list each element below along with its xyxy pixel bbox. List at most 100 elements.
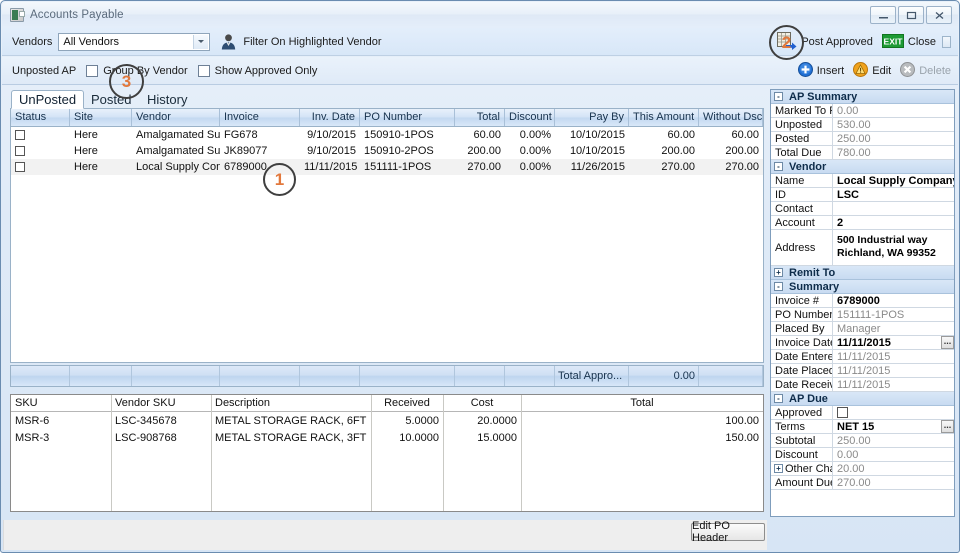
cell-status[interactable] [11,159,70,175]
panel-row[interactable]: Posted 250.00 [771,132,954,146]
panel-row-value[interactable]: Local Supply Company [833,174,954,187]
insert-button[interactable]: Insert [797,62,844,80]
unposted-ap-grid[interactable]: Status Site Vendor Invoice Inv. Date PO Numbe… [10,108,764,363]
collapse-icon[interactable]: - [774,282,783,291]
panel-row-value[interactable]: 250.00 [833,132,954,145]
panel-row[interactable]: Terms NET 15... [771,420,954,434]
show-approved-only-checkbox[interactable] [197,64,210,77]
panel-row[interactable]: +Other Charges20.00 [771,462,954,476]
panel-row-value[interactable]: 151111-1POS [833,308,954,321]
table-row[interactable]: Here Amalgamated Sup... FG678 9/10/2015 1509… [11,127,763,143]
vendor-select[interactable]: All Vendors [58,32,211,51]
panel-row[interactable]: Date Received11/11/2015 [771,378,954,392]
po-line-items-grid[interactable]: SKU Vendor SKU Description Received Cost Tota… [10,394,764,512]
close-button[interactable]: EXIT Close [881,33,936,51]
panel-row-value[interactable]: 11/11/2015 [833,350,954,363]
detail-column-header-vendor_sku[interactable]: Vendor SKU [111,395,211,411]
panel-row[interactable]: Marked To Pay0.00 [771,104,954,118]
tab-history[interactable]: History [140,90,194,109]
panel-row-value[interactable]: 250.00 [833,434,954,447]
collapse-icon[interactable]: - [774,394,783,403]
panel-row[interactable]: PO Number 151111-1POS [771,308,954,322]
approved-checkbox[interactable] [837,407,848,418]
table-row[interactable]: Here Amalgamated Sup... JK89077 9/10/2015 15… [11,143,763,159]
panel-row-value[interactable]: 11/11/2015 [833,378,954,391]
edit-po-header-button[interactable]: Edit PO Header [691,520,765,544]
person-icon[interactable] [220,33,237,50]
panel-row-value[interactable]: 11/11/2015 [833,364,954,377]
close-icon[interactable] [926,6,952,24]
panel-row[interactable]: Date Entered11/11/2015 [771,350,954,364]
column-header-vendor[interactable]: Vendor [132,109,220,126]
column-header-po[interactable]: PO Number [360,109,455,126]
expand-icon[interactable]: + [774,464,783,473]
table-row[interactable]: HereLocal Supply Com...678900011/11/2015… [11,159,763,175]
property-panel[interactable]: -AP SummaryMarked To Pay0.00Unposted530.… [770,89,955,517]
panel-row-value[interactable]: 500 Industrial way Richland, WA 99352 [833,230,954,265]
ellipsis-button[interactable]: ... [941,336,954,349]
panel-row[interactable]: Approved [771,406,954,420]
panel-row-value[interactable]: 11/11/2015... [833,336,954,349]
chevron-down-icon[interactable] [193,34,209,49]
column-header-wo_dsc[interactable]: Without Dsc. [699,109,763,126]
panel-row-value[interactable]: Manager [833,322,954,335]
ellipsis-button[interactable]: ... [941,420,954,433]
panel-row[interactable]: Contact [771,202,954,216]
panel-row[interactable]: Invoice Date 11/11/2015... [771,336,954,350]
detail-column-header-cost[interactable]: Cost [443,395,521,411]
panel-row-value[interactable]: 6789000 [833,294,954,307]
panel-row-value[interactable]: 0.00 [833,448,954,461]
panel-group-summary[interactable]: - Summary [771,280,954,294]
minimize-icon[interactable] [870,6,896,24]
column-header-status[interactable]: Status [11,109,70,126]
toolbar-overflow-handle[interactable] [942,36,951,48]
detail-row[interactable]: MSR-3 LSC-908768 METAL STORAGE RACK, 3FT 10… [11,430,763,447]
column-header-invoice[interactable]: Invoice [220,109,300,126]
panel-row-value[interactable]: NET 15... [833,420,954,433]
column-header-discount[interactable]: Discount [505,109,555,126]
panel-group-remit-to[interactable]: + Remit To [771,266,954,280]
panel-row[interactable]: Discount 0.00 [771,448,954,462]
panel-row[interactable]: Subtotal 250.00 [771,434,954,448]
filter-on-highlighted-vendor-label[interactable]: Filter On Highlighted Vendor [243,36,381,48]
expand-icon[interactable]: + [774,268,783,277]
column-header-total[interactable]: Total [455,109,505,126]
column-header-site[interactable]: Site [70,109,132,126]
panel-row[interactable]: Name Local Supply Company [771,174,954,188]
panel-row-value[interactable]: 20.00 [833,462,954,475]
panel-row-value[interactable]: 2 [833,216,954,229]
cell-status[interactable] [11,127,70,143]
row-select-checkbox[interactable] [15,162,25,172]
panel-row[interactable]: Invoice #6789000 [771,294,954,308]
collapse-icon[interactable]: - [774,92,783,101]
row-select-checkbox[interactable] [15,130,25,140]
panel-row-value[interactable]: 530.00 [833,118,954,131]
edit-button[interactable]: Edit [853,62,891,80]
column-header-inv_date[interactable]: Inv. Date [300,109,360,126]
panel-group-ap-summary[interactable]: - AP Summary [771,90,954,104]
panel-row[interactable]: Total Due 780.00 [771,146,954,160]
panel-row[interactable]: Amount Due 270.00 [771,476,954,490]
panel-row-value[interactable] [833,406,954,419]
panel-group-vendor[interactable]: - Vendor [771,160,954,174]
detail-row[interactable]: MSR-6 LSC-345678 METAL STORAGE RACK, 6FT 5.… [11,413,763,430]
panel-row[interactable]: Address 500 Industrial way Richland, WA 99… [771,230,954,266]
detail-column-header-desc[interactable]: Description [211,395,371,411]
detail-column-header-received[interactable]: Received [371,395,443,411]
panel-row-value[interactable] [833,202,954,215]
show-approved-only-label[interactable]: Show Approved Only [215,65,318,77]
panel-group-ap-due[interactable]: - AP Due [771,392,954,406]
group-by-vendor-checkbox[interactable] [86,64,99,77]
panel-row[interactable]: Unposted 530.00 [771,118,954,132]
maximize-icon[interactable] [898,6,924,24]
panel-row[interactable]: ID LSC [771,188,954,202]
panel-row-value[interactable]: 0.00 [833,104,954,117]
panel-row-value[interactable]: 270.00 [833,476,954,489]
row-select-checkbox[interactable] [15,146,25,156]
cell-status[interactable] [11,143,70,159]
collapse-icon[interactable]: - [774,162,783,171]
column-header-pay_by[interactable]: Pay By [555,109,629,126]
panel-row[interactable]: Date Placed 11/11/2015 [771,364,954,378]
panel-row[interactable]: Account 2 [771,216,954,230]
detail-column-header-sku[interactable]: SKU [11,395,111,411]
